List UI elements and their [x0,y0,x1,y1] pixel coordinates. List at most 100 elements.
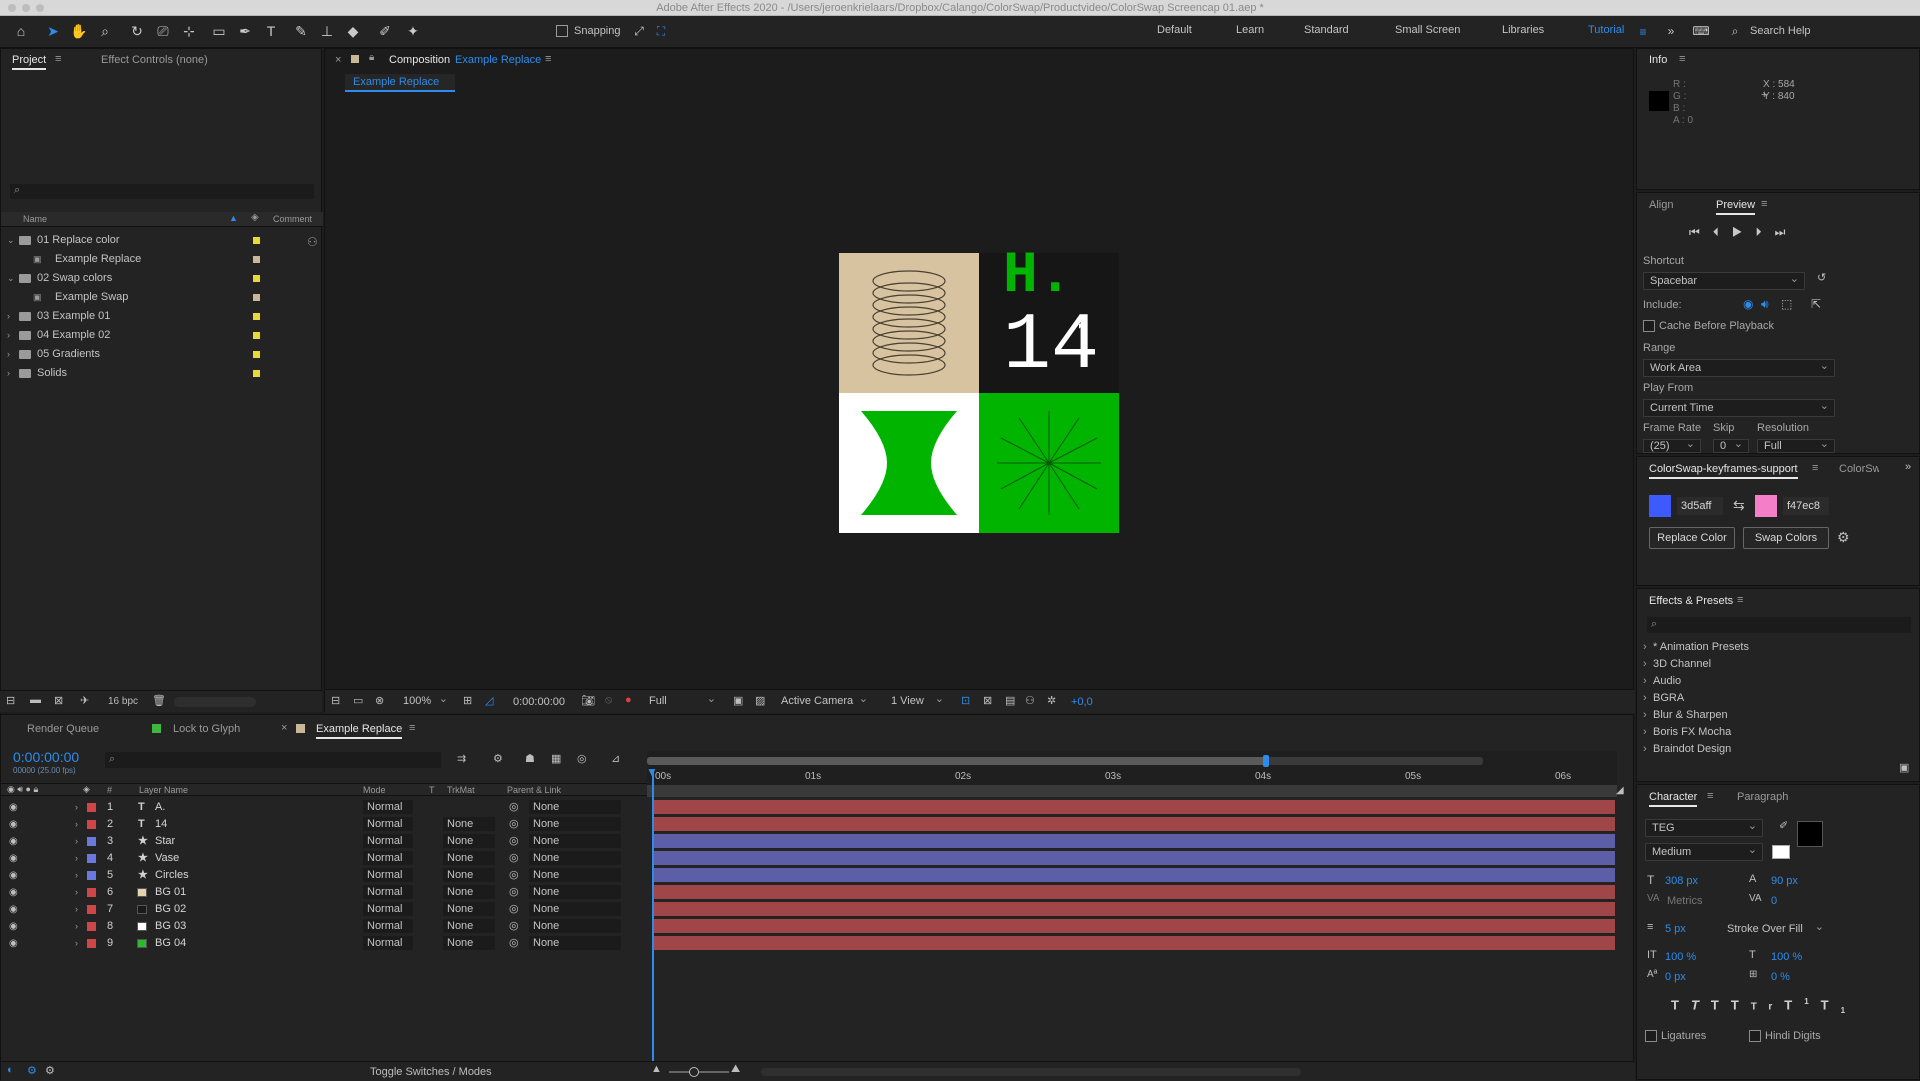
layer-row[interactable]: ◉ › 3 ★ Star Normal None ◎ None [1,833,621,850]
panel-menu-icon[interactable]: ≡ [1707,790,1713,802]
effects-title[interactable]: Effects & Presets [1649,595,1733,607]
ligatures-checkbox[interactable] [1645,1030,1657,1042]
eraser-tool-icon[interactable]: ◆ [344,22,362,40]
toggle-pixel-aspect-icon[interactable]: ⊡ [961,694,970,707]
clone-stamp-tool-icon[interactable]: ⊥ [318,22,336,40]
layer-search-input[interactable]: ⌕ [105,752,441,768]
current-time-display[interactable]: 0:00:00:00 [513,696,565,708]
effects-category[interactable]: › Audio [1643,673,1905,690]
comp-marker-icon[interactable]: ◢ [1616,785,1624,796]
layer-row[interactable]: ◉ › 4 ★ Vase Normal None ◎ None [1,850,621,867]
font-family-dropdown[interactable]: TEG [1645,818,1763,837]
trkmat-dropdown[interactable]: None [443,817,495,831]
layer-label-swatch[interactable] [87,922,96,931]
layer-duration-bar[interactable] [653,936,1615,951]
shortcut-dropdown[interactable]: Spacebar [1643,271,1805,290]
parent-dropdown[interactable]: None [529,936,621,950]
layer-row[interactable]: ◉ › 5 ★ Circles Normal None ◎ None [1,867,621,884]
stroke-type-dropdown[interactable]: Stroke Over Fill [1721,919,1829,939]
trkmat-dropdown[interactable]: None [443,834,495,848]
tab-align[interactable]: Align [1649,199,1673,211]
expand-layer-icon[interactable]: › [75,816,78,833]
skip-dropdown[interactable]: 0 [1713,439,1749,453]
rotate-tool-icon[interactable]: ↻ [128,22,146,40]
tab-colorswap[interactable]: ColorSwap-keyframes-support [1649,463,1798,479]
new-composition-icon[interactable]: ⊠ [54,694,63,707]
views-dropdown[interactable]: 1 View [885,691,949,711]
layer-name[interactable]: Vase [155,850,179,867]
workspace-menu-icon[interactable]: ≡ [1634,23,1652,41]
play-icon[interactable]: ▶ [1732,225,1756,239]
layer-duration-bar[interactable] [653,851,1615,866]
layer-duration-bar[interactable] [653,919,1615,934]
zoom-tool-icon[interactable]: ⌕ [96,22,114,40]
mode-dropdown[interactable]: Normal [363,800,413,814]
effects-category[interactable]: › Boris FX Mocha [1643,724,1905,741]
project-item[interactable]: › 05 Gradients [1,345,323,364]
pick-whip-icon[interactable]: ◎ [509,867,519,884]
include-video-icon[interactable]: ◉ [1743,297,1753,311]
info-title[interactable]: Info [1649,54,1667,66]
project-item[interactable]: ▣ Example Swap [1,288,323,307]
draft-3d-icon[interactable]: ⚙ [493,752,503,765]
parent-dropdown[interactable]: None [529,800,621,814]
brush-tool-icon[interactable]: ✎ [292,22,310,40]
tab-lock-to-glyph[interactable]: Lock to Glyph [173,723,240,735]
minimize-window-button[interactable] [22,4,30,12]
layer-name[interactable]: BG 03 [155,918,186,935]
visibility-eye-icon[interactable]: ◉ [9,901,18,918]
workspace-standard[interactable]: Standard [1304,24,1349,36]
expand-layer-icon[interactable]: › [75,833,78,850]
camera-tool-icon[interactable]: ⎚ [154,22,172,40]
disclosure-triangle-icon[interactable]: › [7,364,10,383]
parent-dropdown[interactable]: None [529,919,621,933]
visibility-eye-icon[interactable]: ◉ [9,884,18,901]
timeline-current-time[interactable]: 0:00:00:00 [13,749,79,765]
graph-editor-icon[interactable]: ⊿ [611,752,620,765]
adjust-settings-icon[interactable]: ✈ [80,694,89,707]
home-icon[interactable]: ⌂ [12,22,30,40]
effects-category[interactable]: › Braindot Design [1643,741,1905,758]
column-parent[interactable]: Parent & Link [507,785,561,795]
project-item[interactable]: ▣ Example Replace [1,250,323,269]
transparency-grid-icon[interactable]: ▨ [755,694,765,707]
eyedropper-icon[interactable]: ✐ [1779,819,1788,832]
selection-tool-icon[interactable]: ➤ [44,22,62,40]
close-tab-icon[interactable]: × [335,54,341,66]
project-search-input[interactable]: ⌕ [10,184,314,199]
tab-colorswap-secondary[interactable]: ColorSwi [1839,463,1879,475]
timeline-icon[interactable]: ▤ [1005,694,1015,707]
panel-menu-icon[interactable]: ≡ [409,722,415,734]
disclosure-triangle-icon[interactable]: ⌄ [7,231,15,250]
panel-menu-icon[interactable]: ≡ [55,53,61,65]
layer-duration-bar[interactable] [653,885,1615,900]
workspace-small-screen[interactable]: Small Screen [1395,24,1460,36]
trkmat-dropdown[interactable]: None [443,851,495,865]
layer-label-swatch[interactable] [87,803,96,812]
pick-whip-icon[interactable]: ◎ [509,816,519,833]
trash-icon[interactable]: 🗑︎ [152,694,166,707]
baseline-shift-value[interactable]: 0 px [1665,971,1686,983]
layer-duration-bar[interactable] [653,902,1615,917]
zoom-slider-handle[interactable] [689,1067,699,1077]
panel-menu-icon[interactable]: ≡ [1679,53,1685,65]
render-time-icon[interactable]: ◐ [7,1064,14,1076]
horizontal-scale-value[interactable]: 100 % [1771,951,1802,963]
work-area-range[interactable] [647,785,1617,797]
layer-row[interactable]: ◉ › 2 T 14 Normal None ◎ None [1,816,621,833]
parent-dropdown[interactable]: None [529,817,621,831]
new-preset-icon[interactable]: ▣ [1899,761,1909,774]
trkmat-dropdown[interactable]: None [443,936,495,950]
comp-breadcrumb[interactable]: Example Replace [345,74,455,92]
exposure-reset-icon[interactable]: ✲ [1047,694,1056,707]
visibility-eye-icon[interactable]: ◉ [9,799,18,816]
layer-label-swatch[interactable] [87,854,96,863]
show-channel-icon[interactable]: ● [625,694,632,706]
vr-icon[interactable]: ⊗ [375,694,384,707]
resolution-dropdown[interactable]: Full [1757,439,1835,453]
layer-name[interactable]: BG 04 [155,935,186,952]
trkmat-dropdown[interactable]: None [443,902,495,916]
effects-search-input[interactable]: ⌕ [1647,617,1911,633]
expand-modes-icon[interactable]: ⚙ [27,1064,37,1077]
disclosure-triangle-icon[interactable]: › [1643,673,1647,690]
